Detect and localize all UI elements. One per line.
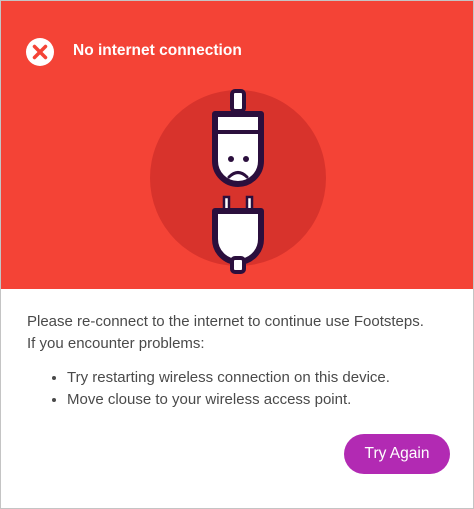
close-icon[interactable] [24,36,56,68]
troubleshooting-list: Try restarting wireless connection on th… [27,367,449,411]
dialog-title: No internet connection [73,42,242,59]
message-line-1: Please re-connect to the internet to con… [27,313,424,330]
dialog-body: Please re-connect to the internet to con… [1,289,473,411]
error-message: Please re-connect to the internet to con… [27,311,449,355]
list-item: Move clouse to your wireless access poin… [67,389,449,411]
try-again-button[interactable]: Try Again [344,434,450,474]
list-item: Try restarting wireless connection on th… [67,367,449,389]
message-line-2: If you encounter problems: [27,335,205,352]
dialog-header: No internet connection [1,1,473,289]
no-connection-dialog: No internet connection Please re-connect… [0,0,474,509]
